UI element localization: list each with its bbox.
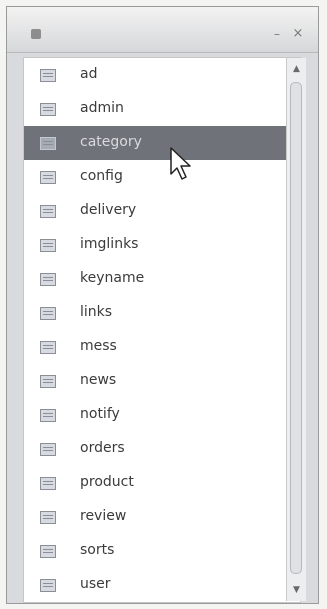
list-item-label: product bbox=[80, 474, 134, 490]
table-icon bbox=[40, 443, 56, 456]
table-list[interactable]: ad admin category config delivery imglinks key… bbox=[23, 57, 301, 603]
list-item-label: sorts bbox=[80, 542, 115, 558]
list-item-label: admin bbox=[80, 100, 124, 116]
list-item[interactable]: user bbox=[24, 568, 300, 602]
list-item-label: review bbox=[80, 508, 127, 524]
list-item[interactable]: config bbox=[24, 160, 300, 194]
list-item-label: news bbox=[80, 372, 117, 388]
list-item-label: links bbox=[80, 304, 113, 320]
table-list-window: – × ad admin category config delivery imglink… bbox=[6, 6, 319, 604]
window-menu-icon[interactable] bbox=[31, 29, 41, 39]
list-item[interactable]: admin bbox=[24, 92, 300, 126]
list-item-label: imglinks bbox=[80, 236, 139, 252]
scroll-thumb[interactable] bbox=[290, 82, 302, 574]
list-item-label: config bbox=[80, 168, 123, 184]
scroll-down-arrow-icon[interactable]: ▼ bbox=[287, 581, 306, 599]
table-icon bbox=[40, 477, 56, 490]
table-icon bbox=[40, 69, 56, 82]
list-item-label: delivery bbox=[80, 202, 137, 218]
list-item-label: user bbox=[80, 576, 111, 592]
table-icon bbox=[40, 579, 56, 592]
table-icon bbox=[40, 375, 56, 388]
list-item[interactable]: notify bbox=[24, 398, 300, 432]
table-icon bbox=[40, 545, 56, 558]
mouse-cursor-icon bbox=[170, 147, 191, 180]
list-item[interactable]: ad bbox=[24, 58, 300, 92]
table-icon bbox=[40, 511, 56, 524]
list-item[interactable]: sorts bbox=[24, 534, 300, 568]
table-icon bbox=[40, 239, 56, 252]
list-item[interactable]: links bbox=[24, 296, 300, 330]
scroll-up-arrow-icon[interactable]: ▲ bbox=[287, 60, 306, 78]
vertical-scrollbar[interactable]: ▲ ▼ bbox=[286, 58, 306, 601]
table-icon bbox=[40, 171, 56, 184]
list-item-label: orders bbox=[80, 440, 125, 456]
list-item[interactable]: imglinks bbox=[24, 228, 300, 262]
table-icon bbox=[40, 205, 56, 218]
table-icon bbox=[40, 341, 56, 354]
list-item[interactable]: product bbox=[24, 466, 300, 500]
minimize-icon[interactable]: – bbox=[269, 26, 285, 42]
table-icon bbox=[40, 307, 56, 320]
list-item[interactable]: keyname bbox=[24, 262, 300, 296]
list-item[interactable]: review bbox=[24, 500, 300, 534]
table-icon bbox=[40, 409, 56, 422]
title-bar[interactable]: – × bbox=[7, 7, 318, 53]
list-item[interactable]: category bbox=[24, 126, 300, 160]
list-item[interactable]: news bbox=[24, 364, 300, 398]
list-item-label: notify bbox=[80, 406, 120, 422]
table-icon bbox=[40, 103, 56, 116]
list-item-label: keyname bbox=[80, 270, 145, 286]
list-item-label: ad bbox=[80, 66, 98, 82]
table-icon bbox=[40, 273, 56, 286]
table-icon bbox=[40, 137, 56, 150]
list-item-label: mess bbox=[80, 338, 117, 354]
list-item[interactable]: orders bbox=[24, 432, 300, 466]
list-item[interactable]: delivery bbox=[24, 194, 300, 228]
list-item-label: category bbox=[80, 134, 142, 150]
close-icon[interactable]: × bbox=[289, 26, 307, 42]
list-item[interactable]: mess bbox=[24, 330, 300, 364]
